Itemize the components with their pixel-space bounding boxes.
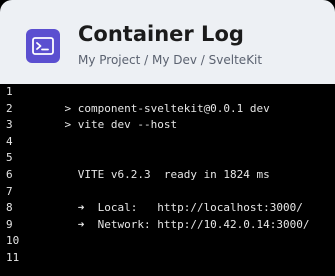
line-number: 1 (6, 85, 13, 98)
line-text: ➜ Local: http://localhost:3000/ (38, 201, 303, 215)
line-number: 9 (6, 217, 13, 231)
line-number: 2 (6, 101, 13, 115)
line-number: 10 (6, 234, 20, 248)
line-text: > vite dev --host (38, 118, 178, 132)
breadcrumb: My Project / My Dev / SvelteKit (78, 53, 263, 67)
terminal-icon (26, 29, 60, 63)
line-number: 11 (6, 250, 20, 264)
page-title: Container Log (78, 22, 244, 46)
log-line: 9 ➜ Network: http://10.42.0.14:3000/ (0, 217, 335, 234)
log-output[interactable]: 12 > component-sveltekit@0.0.1 dev 3 > vi… (0, 84, 335, 276)
line-number: 3 (6, 118, 13, 132)
log-line: 11 (0, 250, 335, 267)
log-line: 10 (0, 233, 335, 250)
line-text: VITE v6.2.3 ready in 1824 ms (38, 167, 270, 181)
line-number: 8 (6, 201, 13, 215)
container-log-window: Container Log My Project / My Dev / Svel… (0, 0, 335, 276)
log-line: 3 > vite dev --host (0, 117, 335, 134)
line-number: 7 (6, 184, 13, 198)
log-header: Container Log My Project / My Dev / Svel… (0, 0, 335, 84)
line-number: 4 (6, 134, 13, 148)
line-text: > component-sveltekit@0.0.1 dev (38, 101, 270, 115)
log-line: 7 (0, 184, 335, 201)
log-line: 5 (0, 150, 335, 167)
log-line: 2 > component-sveltekit@0.0.1 dev (0, 101, 335, 118)
log-line: 1 (0, 84, 335, 101)
line-number: 6 (6, 167, 13, 181)
log-line: 6 VITE v6.2.3 ready in 1824 ms (0, 167, 335, 184)
line-text: ➜ Network: http://10.42.0.14:3000/ (38, 217, 310, 231)
log-line: 4 (0, 134, 335, 151)
log-line: 8 ➜ Local: http://localhost:3000/ (0, 200, 335, 217)
line-number: 5 (6, 151, 13, 165)
